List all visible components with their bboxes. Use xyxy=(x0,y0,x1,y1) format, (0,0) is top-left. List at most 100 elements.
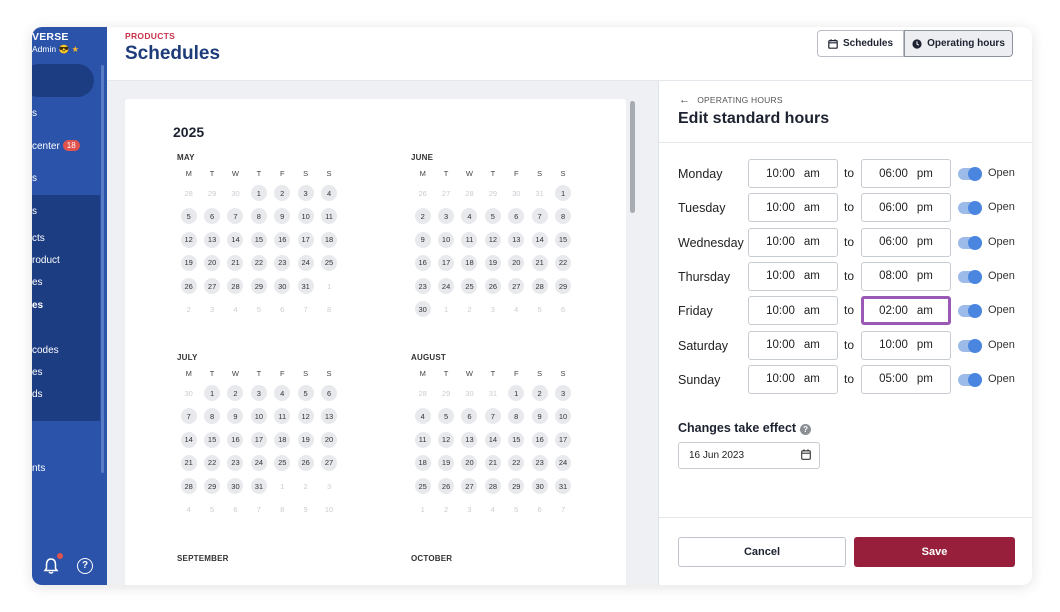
calendar-day[interactable]: 6 xyxy=(508,208,525,225)
calendar-day[interactable]: 15 xyxy=(555,231,572,248)
open-time-field[interactable]: 10:00 am xyxy=(748,227,838,257)
help-icon[interactable]: ? xyxy=(77,558,93,574)
calendar-day[interactable]: 5 xyxy=(484,208,501,225)
calendar-day[interactable]: 24 xyxy=(555,454,572,471)
sidebar-item-last[interactable]: nts xyxy=(32,463,45,474)
calendar-day[interactable]: 21 xyxy=(180,454,197,471)
calendar-day[interactable]: 24 xyxy=(297,254,314,271)
calendar-day[interactable]: 1 xyxy=(508,385,525,401)
calendar-scrollbar[interactable] xyxy=(630,101,635,213)
calendar-day[interactable]: 20 xyxy=(508,254,525,271)
calendar-day[interactable]: 9 xyxy=(531,408,548,425)
open-toggle[interactable] xyxy=(958,338,982,353)
calendar-day[interactable]: 19 xyxy=(438,454,455,471)
calendar-day[interactable]: 4 xyxy=(461,208,478,225)
close-time-field[interactable]: 05:00 pm xyxy=(861,364,951,394)
calendar-day[interactable]: 24 xyxy=(250,454,267,471)
calendar-day[interactable]: 25 xyxy=(274,454,291,471)
sidebar-search-pill[interactable] xyxy=(32,64,94,97)
calendar-day[interactable]: 5 xyxy=(180,208,197,225)
back-link[interactable]: ← OPERATING HOURS xyxy=(679,94,783,106)
open-toggle[interactable] xyxy=(958,269,982,284)
calendar-day[interactable]: 8 xyxy=(555,208,572,225)
sidebar-item-1[interactable]: s xyxy=(32,108,37,119)
sidebar-subitem-7[interactable]: es xyxy=(32,367,43,378)
calendar-day[interactable]: 12 xyxy=(297,408,314,425)
calendar-day[interactable]: 27 xyxy=(321,454,338,471)
effect-date-input[interactable]: 16 Jun 2023 xyxy=(678,442,820,469)
calendar-day[interactable]: 10 xyxy=(438,231,455,248)
calendar-day[interactable]: 15 xyxy=(250,231,267,248)
calendar-day[interactable]: 13 xyxy=(204,231,221,248)
open-time-field[interactable]: 10:00 am xyxy=(748,330,838,360)
close-time-field[interactable]: 02:00 am xyxy=(861,296,951,326)
calendar-day[interactable]: 21 xyxy=(531,254,548,271)
calendar-day[interactable]: 7 xyxy=(484,408,501,425)
calendar-day[interactable]: 18 xyxy=(414,454,431,471)
calendar-day[interactable]: 17 xyxy=(438,254,455,271)
sidebar-subitem-1[interactable]: s xyxy=(32,206,37,217)
sidebar-subitem-4[interactable]: es xyxy=(32,277,43,288)
calendar-day[interactable]: 15 xyxy=(204,431,221,448)
calendar-day[interactable]: 22 xyxy=(204,454,221,471)
open-time-field[interactable]: 10:00 am xyxy=(748,364,838,394)
calendar-day[interactable]: 19 xyxy=(180,254,197,271)
calendar-day[interactable]: 9 xyxy=(274,208,291,225)
calendar-day[interactable]: 28 xyxy=(180,478,197,495)
calendar-day[interactable]: 3 xyxy=(297,185,314,201)
calendar-day[interactable]: 2 xyxy=(414,208,431,225)
calendar-day[interactable]: 3 xyxy=(555,385,572,401)
cancel-button[interactable]: Cancel xyxy=(678,537,846,567)
sidebar-item-3[interactable]: s xyxy=(32,173,37,184)
calendar-day[interactable]: 11 xyxy=(414,431,431,448)
close-time-field[interactable]: 08:00 pm xyxy=(861,261,951,291)
calendar-day[interactable]: 31 xyxy=(297,278,314,295)
calendar-day[interactable]: 28 xyxy=(484,478,501,495)
calendar-day[interactable]: 1 xyxy=(555,185,572,201)
calendar-day[interactable]: 27 xyxy=(204,278,221,295)
calendar-day[interactable]: 13 xyxy=(461,431,478,448)
open-time-field[interactable]: 10:00 am xyxy=(748,193,838,223)
calendar-day[interactable]: 11 xyxy=(321,208,338,225)
calendar-day[interactable]: 4 xyxy=(274,385,291,401)
calendar-day[interactable]: 16 xyxy=(227,431,244,448)
calendar-day[interactable]: 29 xyxy=(250,278,267,295)
open-time-field[interactable]: 10:00 am xyxy=(748,159,838,188)
calendar-day[interactable]: 29 xyxy=(508,478,525,495)
calendar-day[interactable]: 21 xyxy=(227,254,244,271)
calendar-day[interactable]: 11 xyxy=(274,408,291,425)
calendar-day[interactable]: 12 xyxy=(438,431,455,448)
sidebar-subitem-8[interactable]: ds xyxy=(32,389,43,400)
close-time-field[interactable]: 06:00 pm xyxy=(861,159,951,188)
calendar-day[interactable]: 13 xyxy=(508,231,525,248)
open-toggle[interactable] xyxy=(958,304,982,319)
calendar-day[interactable]: 2 xyxy=(531,385,548,401)
calendar-icon[interactable] xyxy=(801,449,811,460)
open-time-field[interactable]: 10:00 am xyxy=(748,261,838,291)
calendar-day[interactable]: 14 xyxy=(484,431,501,448)
calendar-day[interactable]: 30 xyxy=(531,478,548,495)
calendar-day[interactable]: 25 xyxy=(414,478,431,495)
sidebar-scrollbar[interactable] xyxy=(101,65,104,473)
calendar-day[interactable]: 16 xyxy=(531,431,548,448)
calendar-day[interactable]: 12 xyxy=(180,231,197,248)
calendar-day[interactable]: 23 xyxy=(531,454,548,471)
calendar-day[interactable]: 29 xyxy=(204,478,221,495)
calendar-day[interactable]: 25 xyxy=(321,254,338,271)
calendar-day[interactable]: 23 xyxy=(274,254,291,271)
calendar-day[interactable]: 9 xyxy=(227,408,244,425)
calendar-day[interactable]: 22 xyxy=(555,254,572,271)
calendar-day[interactable]: 23 xyxy=(414,278,431,295)
calendar-day[interactable]: 16 xyxy=(274,231,291,248)
calendar-day[interactable]: 30 xyxy=(227,478,244,495)
open-toggle[interactable] xyxy=(958,372,982,387)
calendar-day[interactable]: 17 xyxy=(297,231,314,248)
close-time-field[interactable]: 06:00 pm xyxy=(861,193,951,223)
close-time-field[interactable]: 10:00 pm xyxy=(861,330,951,360)
calendar-day[interactable]: 11 xyxy=(461,231,478,248)
calendar-day[interactable]: 17 xyxy=(555,431,572,448)
calendar-day[interactable]: 19 xyxy=(297,431,314,448)
calendar-day[interactable]: 5 xyxy=(438,408,455,425)
calendar-day[interactable]: 20 xyxy=(321,431,338,448)
calendar-day[interactable]: 18 xyxy=(461,254,478,271)
